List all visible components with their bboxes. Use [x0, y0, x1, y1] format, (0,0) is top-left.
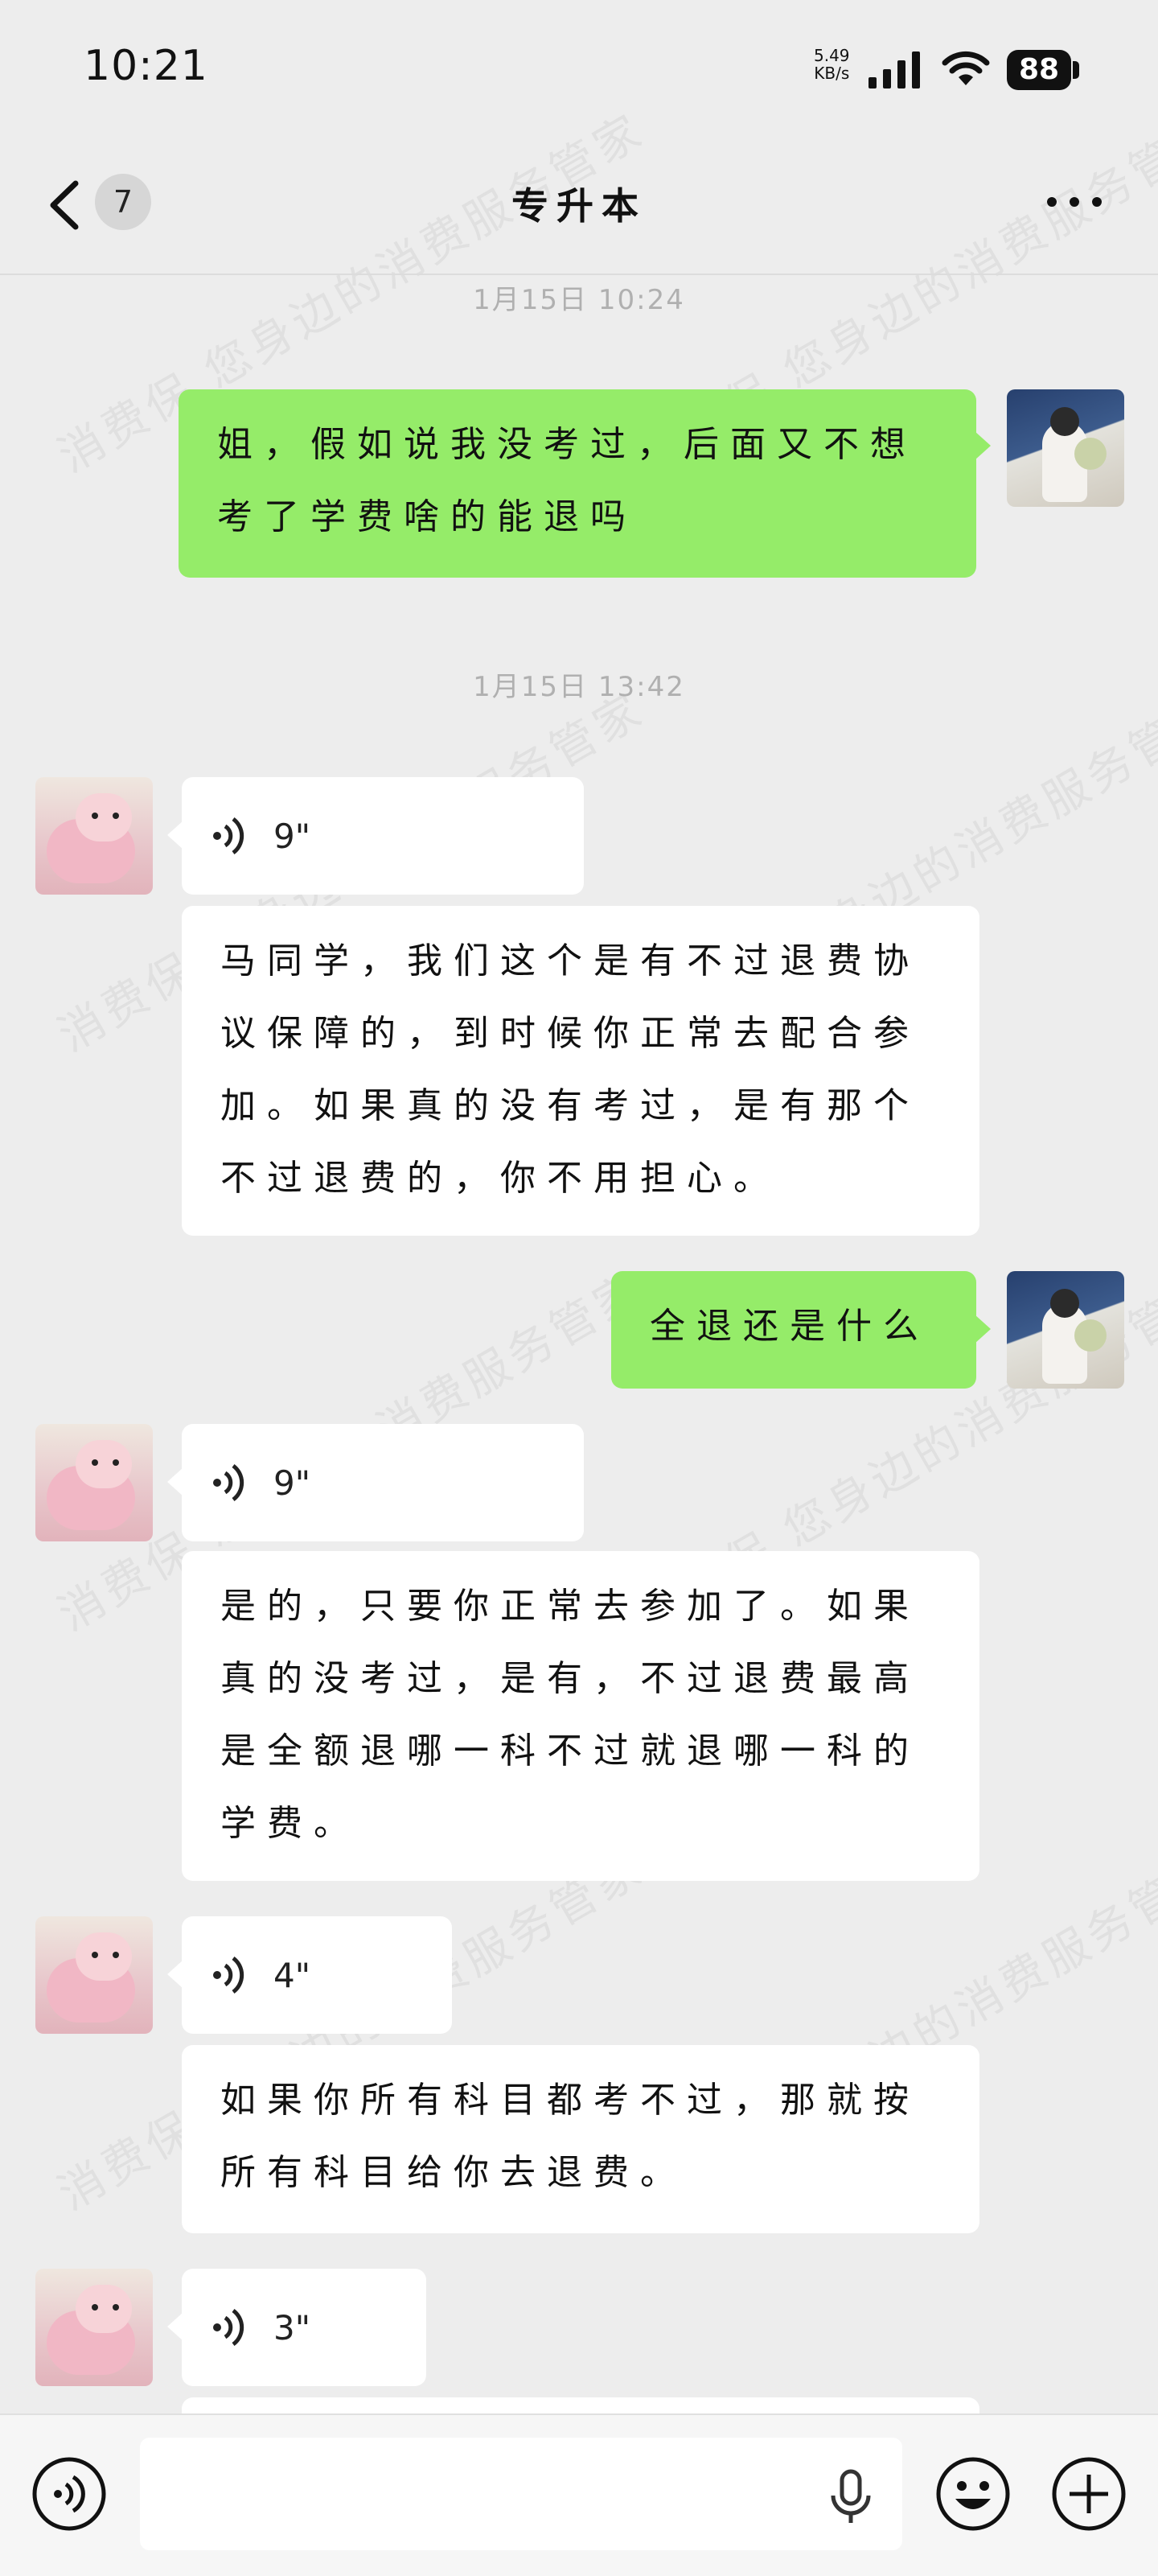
received-message-bubble[interactable]: 如果你所有科目都考不过，那就按所有科目给你去退费。	[182, 2045, 979, 2233]
voice-duration: 4"	[273, 1955, 311, 1995]
bubble-tail	[167, 1960, 183, 1989]
signal-icon	[868, 51, 920, 88]
self-avatar[interactable]	[1007, 1271, 1124, 1389]
message-input[interactable]	[140, 2438, 902, 2550]
bubble-tail	[167, 821, 183, 850]
battery-indicator: 88	[1007, 50, 1071, 90]
wifi-icon	[942, 51, 990, 85]
voice-mode-icon[interactable]	[31, 2455, 108, 2533]
voice-message[interactable]: 9"	[182, 1424, 584, 1541]
message-timestamp: 1月15日 13:42	[473, 671, 685, 703]
voice-message[interactable]: 4"	[182, 1916, 452, 2034]
voice-wave-icon	[213, 817, 244, 855]
bubble-tail	[975, 431, 991, 460]
voice-wave-icon	[213, 2308, 244, 2347]
voice-duration: 3"	[273, 2307, 311, 2348]
contact-avatar[interactable]	[35, 777, 153, 895]
network-speed: 5.49 KB/s	[814, 47, 850, 82]
received-message-bubble[interactable]: 是的，只要你正常去参加了。如果真的没考过，是有，不过退费最高是全额退哪一科不过就…	[182, 1551, 979, 1881]
voice-duration: 9"	[273, 816, 311, 856]
received-message-bubble[interactable]: 马同学，我们这个是有不过退费协议保障的，到时候你正常去配合参加。如果真的没有考过…	[182, 906, 979, 1236]
contact-avatar[interactable]	[35, 1424, 153, 1541]
sent-message-bubble[interactable]: 姐，假如说我没考过，后面又不想考了学费啥的能退吗	[179, 389, 976, 578]
voice-message[interactable]: 3"	[182, 2269, 426, 2386]
chat-title: 专升本	[511, 184, 647, 228]
bubble-tail	[167, 2312, 183, 2341]
network-speed-unit: KB/s	[814, 64, 850, 83]
more-dots-icon[interactable]	[1045, 190, 1103, 214]
status-time: 10:21	[84, 42, 208, 90]
bubble-tail	[167, 1467, 183, 1496]
bubble-tail	[975, 1315, 991, 1344]
self-avatar[interactable]	[1007, 389, 1124, 507]
voice-message[interactable]: 9"	[182, 777, 584, 895]
voice-duration: 9"	[273, 1463, 311, 1503]
battery-tip	[1073, 61, 1079, 79]
contact-avatar[interactable]	[35, 2269, 153, 2386]
network-speed-value: 5.49	[814, 46, 850, 65]
voice-wave-icon	[213, 1956, 244, 1994]
microphone-icon[interactable]	[827, 2468, 875, 2526]
contact-avatar[interactable]	[35, 1916, 153, 2034]
emoji-icon[interactable]	[934, 2455, 1012, 2533]
sent-message-bubble[interactable]: 全退还是什么	[611, 1271, 976, 1389]
voice-wave-icon	[213, 1463, 244, 1502]
plus-icon[interactable]	[1050, 2455, 1127, 2533]
message-timestamp: 1月15日 10:24	[473, 284, 685, 316]
